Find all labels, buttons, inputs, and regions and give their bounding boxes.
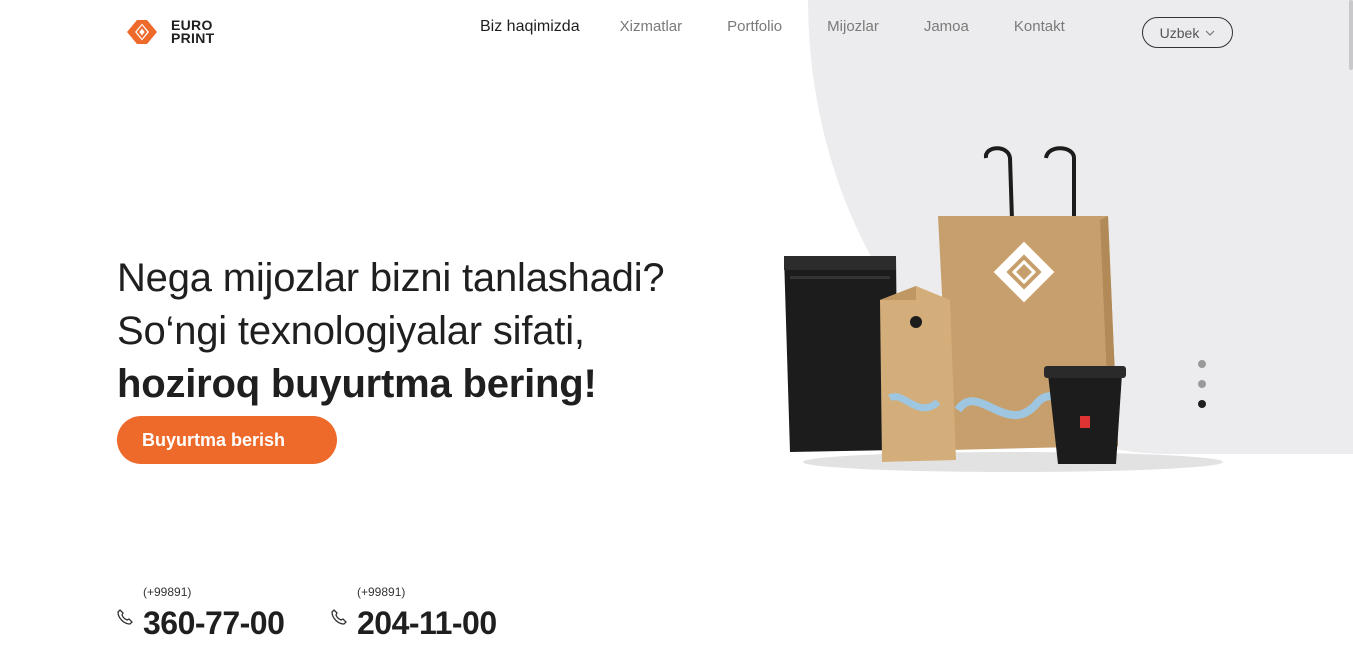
hero-line-1: Nega mijozlar bizni tanlashadi? (117, 256, 665, 300)
phone-number: 204-11-00 (357, 605, 497, 641)
packaging-product-image (784, 146, 1223, 472)
nav-item-mijozlar[interactable]: Mijozlar (827, 18, 879, 36)
hero-line-3: hoziroq buyurtma bering! (117, 362, 597, 406)
slider-dots (1198, 360, 1206, 408)
logo[interactable]: EURO PRINT (117, 12, 215, 52)
hero-line-2: So‘ngi texnologiyalar sifati, (117, 309, 585, 353)
nav-item-biz-haqimizda[interactable]: Biz haqimizda (480, 18, 580, 36)
phone-prefix: (+99891) (357, 585, 406, 599)
logo-line-2: PRINT (171, 30, 215, 46)
phone-icon (117, 609, 133, 625)
main-nav: Biz haqimizda Xizmatlar Portfolio Mijozl… (480, 18, 1065, 36)
nav-item-kontakt[interactable]: Kontakt (1014, 18, 1065, 36)
slider-dot-3[interactable] (1198, 400, 1206, 408)
nav-item-xizmatlar[interactable]: Xizmatlar (620, 18, 683, 36)
logo-text: EURO PRINT (171, 18, 215, 46)
chevron-down-icon (1205, 30, 1215, 36)
phone-icon (331, 609, 347, 625)
phone-numbers: (+99891) 360-77-00 (+99891) 204-11-00 (117, 583, 545, 643)
phone-number: 360-77-00 (143, 605, 285, 641)
europrint-logo-icon (127, 20, 157, 44)
language-select[interactable]: Uzbek (1142, 17, 1233, 48)
nav-item-portfolio[interactable]: Portfolio (727, 18, 782, 36)
phone-entry[interactable]: (+99891) 204-11-00 (331, 583, 545, 643)
phone-entry[interactable]: (+99891) 360-77-00 (117, 583, 331, 643)
nav-item-jamoa[interactable]: Jamoa (924, 18, 969, 36)
slider-dot-1[interactable] (1198, 360, 1206, 368)
phone-prefix: (+99891) (143, 585, 192, 599)
slider-dot-2[interactable] (1198, 380, 1206, 388)
order-button[interactable]: Buyurtma berish (117, 416, 337, 464)
language-label: Uzbek (1159, 24, 1200, 41)
site-header: EURO PRINT Biz haqimizda Xizmatlar Portf… (0, 0, 1353, 66)
hero-text: Nega mijozlar bizni tanlashadi? So‘ngi t… (117, 252, 665, 411)
